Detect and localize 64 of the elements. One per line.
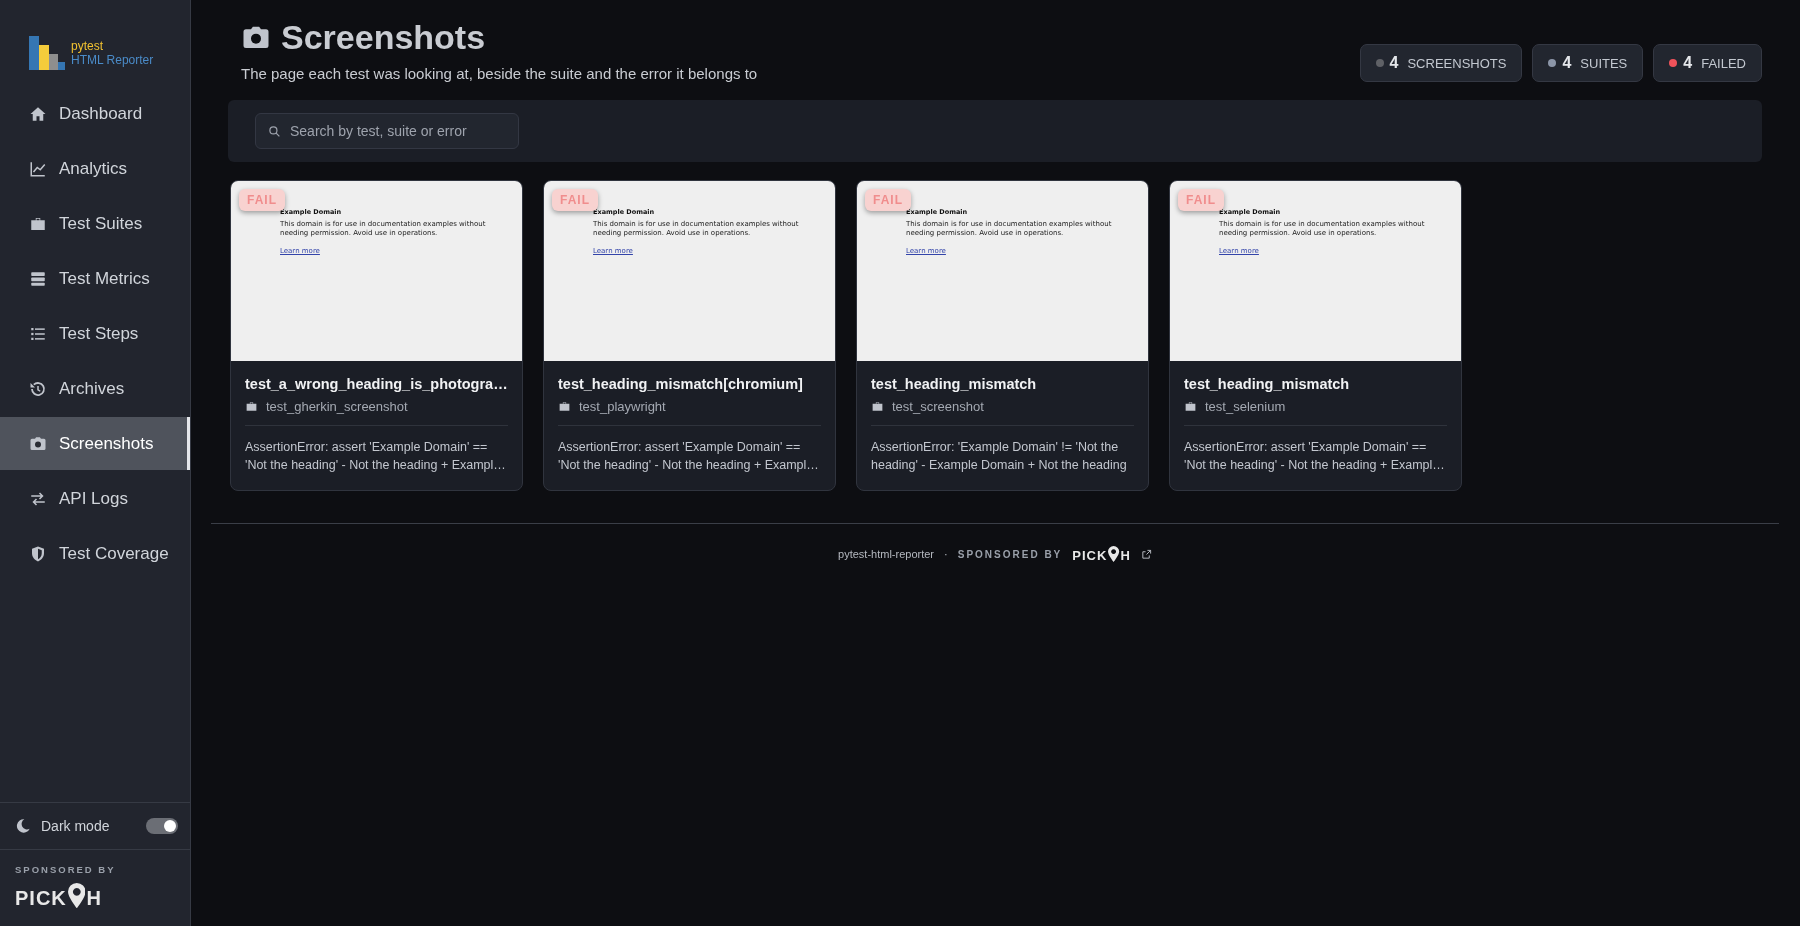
screenshot-card[interactable] xyxy=(543,180,836,492)
sidebar-item[interactable]: Screenshots xyxy=(0,417,190,470)
sidebar-item[interactable]: API Logs xyxy=(0,472,190,525)
status-badge: FAIL xyxy=(865,189,911,211)
server-icon xyxy=(29,269,47,288)
camera-icon xyxy=(29,434,47,453)
error-message: AssertionError: 'Example Domain' != 'Not the heading' - Example Domain + Not the heading xyxy=(871,439,1128,475)
screenshot-card[interactable] xyxy=(230,180,523,492)
footer-separator: · xyxy=(944,548,948,561)
briefcase-icon xyxy=(558,400,571,413)
sponsor-logo-text[interactable]: PICK xyxy=(1072,549,1108,563)
footer-project[interactable]: pytest-html-reporter xyxy=(838,548,935,561)
dark-mode-label: Dark mode xyxy=(41,817,111,834)
sponsor-logo-text[interactable]: H xyxy=(86,888,102,908)
brand-name: pytest xyxy=(71,38,104,53)
dark-mode-toggle[interactable] xyxy=(146,817,178,834)
test-name: test_a_wrong_heading_is_photogra… xyxy=(245,376,508,392)
history-icon xyxy=(29,379,47,398)
sidebar-item[interactable]: Test Suites xyxy=(0,197,190,250)
status-badge: FAIL xyxy=(552,189,598,211)
shield-icon xyxy=(29,544,47,563)
test-name: test_heading_mismatch[chromium] xyxy=(558,376,804,392)
sidebar-item[interactable]: Test Steps xyxy=(0,307,190,360)
stat-count: 4 xyxy=(1389,54,1399,72)
error-message: AssertionError: assert 'Example Domain' == 'Not the heading' - Not the heading + Exampl… xyxy=(1184,439,1446,475)
test-name: test_heading_mismatch xyxy=(871,376,1038,392)
page-subtitle: The page each test was looking at, beside the suite and the error it belongs to xyxy=(241,65,758,82)
status-badge: FAIL xyxy=(1178,189,1224,211)
briefcase-icon xyxy=(871,400,884,413)
bar-chart-logo-icon xyxy=(29,36,65,70)
stat-label: SCREENSHOTS xyxy=(1407,55,1507,71)
suite-name: test_gherkin_screenshot xyxy=(266,399,408,414)
test-name: test_heading_mismatch xyxy=(1184,376,1351,392)
sponsored-label: SPONSORED BY xyxy=(15,863,117,875)
briefcase-icon xyxy=(245,400,258,413)
search-field[interactable]: Search by test, suite or error xyxy=(255,113,519,149)
sidebar-item[interactable]: Analytics xyxy=(0,142,190,195)
error-message: AssertionError: assert 'Example Domain' == 'Not the heading' - Not the heading + Exampl… xyxy=(558,439,820,475)
page-title: Screenshots xyxy=(281,18,486,57)
error-message: AssertionError: assert 'Example Domain' == 'Not the heading' - Not the heading + Exampl… xyxy=(245,439,507,475)
stat-label: FAILED xyxy=(1701,55,1746,71)
pin-icon xyxy=(67,882,86,908)
sponsor-logo-text[interactable]: H xyxy=(1120,549,1131,563)
moon-icon xyxy=(15,817,31,834)
sidebar-item[interactable]: Archives xyxy=(0,362,190,415)
external-link-icon xyxy=(1140,548,1152,560)
sidebar-item[interactable]: Dashboard xyxy=(0,87,190,140)
sidebar-item[interactable]: Test Metrics xyxy=(0,252,190,305)
suite-name: test_selenium xyxy=(1205,399,1286,414)
suite-name: test_screenshot xyxy=(892,399,984,414)
stat-count: 4 xyxy=(1562,54,1572,72)
screenshot-card[interactable] xyxy=(1169,180,1462,492)
suite-name: test_playwright xyxy=(579,399,666,414)
line-chart-icon xyxy=(29,159,47,178)
sponsor-logo-text[interactable]: PICK xyxy=(15,888,67,908)
status-badge: FAIL xyxy=(239,189,285,211)
sponsored-label: SPONSORED BY xyxy=(957,548,1063,560)
stat-label: SUITES xyxy=(1580,55,1628,71)
stat-count: 4 xyxy=(1683,54,1693,72)
pin-icon xyxy=(1108,546,1120,563)
sidebar-item[interactable]: Test Coverage xyxy=(0,527,190,580)
briefcase-icon xyxy=(1184,400,1197,413)
screenshot-card[interactable] xyxy=(856,180,1149,492)
brand-subtitle: HTML Reporter xyxy=(71,53,154,68)
